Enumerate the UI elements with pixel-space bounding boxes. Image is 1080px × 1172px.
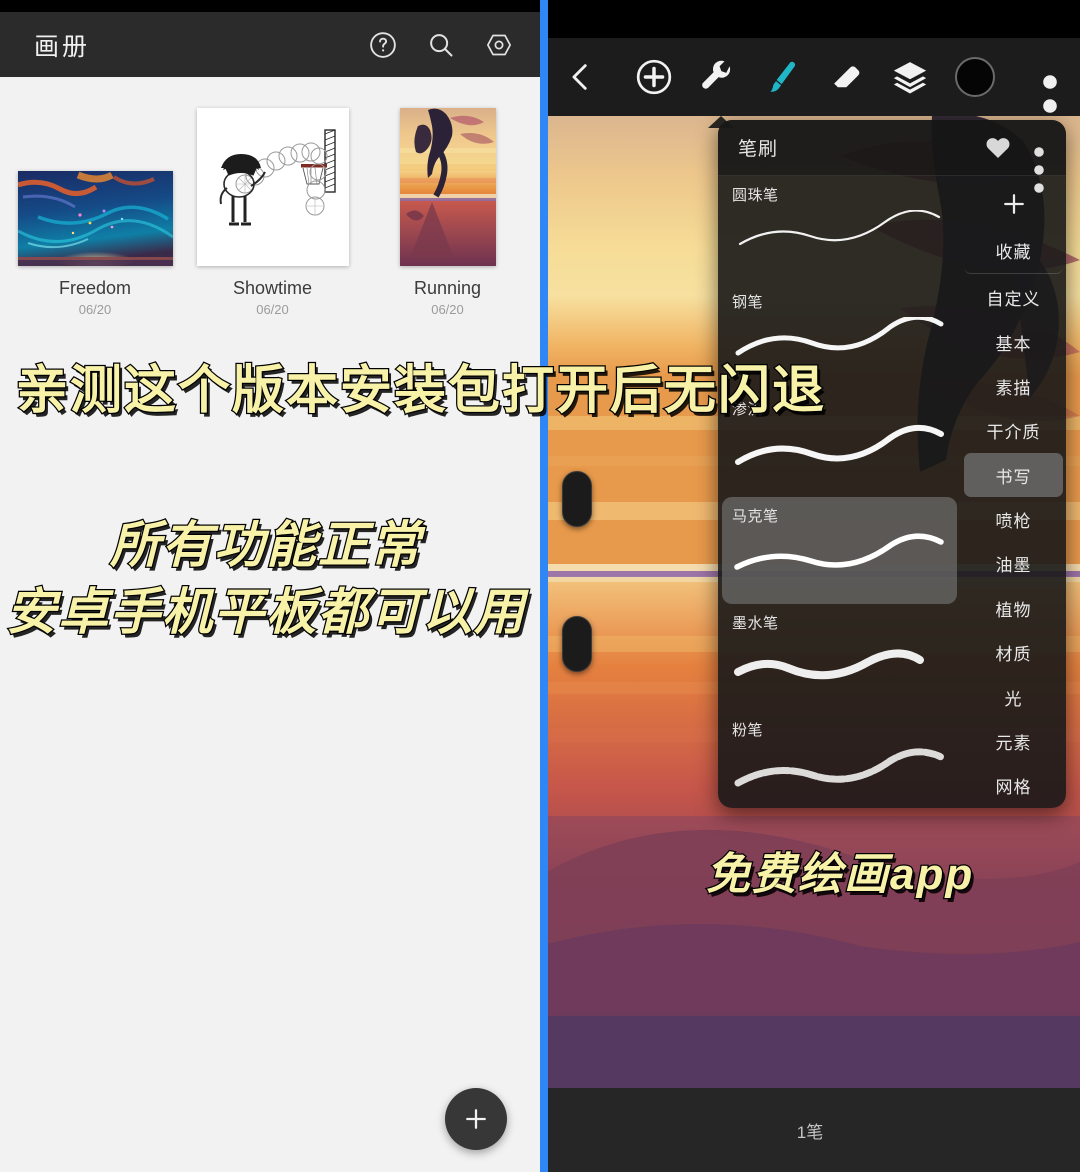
thumbnail-freedom[interactable] [17,171,173,266]
artwork-thumbnail-wrap[interactable] [399,108,496,266]
thumbnail-running[interactable] [399,108,496,266]
tool-group [608,57,1022,97]
caption-text-2: 所有功能正常 [109,516,422,575]
heart-icon[interactable] [984,134,1012,162]
status-bar-right [540,0,1080,38]
help-icon[interactable] [368,30,398,60]
brush-panel-header: 笔刷 [718,120,1066,193]
add-brush-button[interactable] [961,178,1066,229]
wrench-icon[interactable] [699,58,737,96]
artwork-title: Freedom [58,278,132,298]
settings-hexagon-icon[interactable] [484,30,514,60]
artwork-grid: Freedom 06/20 Showtime 06/20 Running 06/… [0,77,540,317]
plus-icon [466,1109,486,1129]
drawing-canvas[interactable]: 笔刷 圆珠笔 钢笔 渗流 马克笔 墨水笔 粉笔 收藏 自定义 基本 素描 干介质… [540,116,1080,1088]
category-basic[interactable]: 基本 [964,320,1063,364]
brush-panel-title: 笔刷 [738,139,779,160]
category-sketch[interactable]: 素描 [964,364,1063,408]
search-icon[interactable] [426,30,456,60]
plus-icon [1003,193,1024,214]
category-writing[interactable]: 书写 [964,453,1063,498]
caption-text-3: 安卓手机平板都可以用 [5,583,526,642]
opacity-slider-handle[interactable] [562,616,592,672]
brush-stroke-preview [732,210,947,272]
brush-stroke-preview [732,745,947,807]
category-drymedia[interactable]: 干介质 [964,409,1063,453]
back-button[interactable] [564,60,598,94]
size-slider-handle[interactable] [562,471,592,527]
brush-stroke-preview [732,531,947,593]
brush-panel-caret [708,116,734,128]
brush-stroke-preview [732,638,947,700]
new-artwork-button[interactable] [445,1088,507,1150]
status-bar-left [0,0,540,12]
caption-text-1: 亲测这个版本安装包打开后无闪退 [15,361,827,422]
brush-name: 粉笔 [732,722,764,739]
artwork-date: 06/20 [78,302,112,317]
artwork-thumbnail-wrap[interactable] [17,171,173,266]
brush-name: 马克笔 [732,508,779,525]
artwork-date: 06/20 [431,302,464,317]
brush-list[interactable]: 圆珠笔 钢笔 渗流 马克笔 墨水笔 粉笔 [718,176,961,808]
artwork-card[interactable]: Showtime 06/20 [190,108,355,317]
category-texture[interactable]: 材质 [964,631,1063,675]
brush-list-item[interactable]: 墨水笔 [722,604,957,711]
brush-stroke-preview [732,424,947,486]
page-title: 画册 [34,32,91,61]
artwork-date: 06/20 [256,302,289,317]
category-airbrush[interactable]: 喷枪 [964,497,1063,541]
category-custom[interactable]: 自定义 [964,276,1063,320]
brush-panel-body: 圆珠笔 钢笔 渗流 马克笔 墨水笔 粉笔 收藏 自定义 基本 素描 干介质 书写… [718,176,1066,808]
brush-name: 钢笔 [732,294,764,311]
category-ink[interactable]: 油墨 [964,542,1063,586]
screenshot-root: 画册 Freedom 06/20 Showtime 06/20 Running … [0,0,1080,1172]
brush-panel: 笔刷 圆珠笔 钢笔 渗流 马克笔 墨水笔 粉笔 收藏 自定义 基本 素描 干介质… [718,120,1066,808]
more-options-icon[interactable] [1038,58,1062,137]
category-grid[interactable]: 网格 [964,764,1063,808]
category-plants[interactable]: 植物 [964,586,1063,630]
kebab-menu-icon[interactable] [1030,134,1048,193]
drawing-app-panel: 笔刷 圆珠笔 钢笔 渗流 马克笔 墨水笔 粉笔 收藏 自定义 基本 素描 干介质… [540,0,1080,1172]
color-swatch[interactable] [955,57,995,97]
gallery-header: 画册 [0,12,540,77]
artwork-card[interactable]: Freedom 06/20 [0,171,190,317]
thumbnail-showtime[interactable] [196,108,349,266]
artwork-title: Showtime [232,278,313,298]
artwork-title: Running [413,278,482,298]
category-elements[interactable]: 元素 [964,719,1063,763]
header-icon-group [368,30,514,60]
brush-name: 圆珠笔 [732,187,779,204]
artwork-card[interactable]: Running 06/20 [355,108,540,317]
brush-list-item[interactable]: 圆珠笔 [722,176,957,283]
canvas-status-bar: 1笔 [540,1088,1080,1172]
brush-name: 墨水笔 [732,615,779,632]
eraser-icon[interactable] [827,58,865,96]
panel-divider [540,0,548,1172]
brush-list-item[interactable]: 粉笔 [722,711,957,808]
brush-icon[interactable] [763,58,801,96]
brush-category-list[interactable]: 收藏 自定义 基本 素描 干介质 书写 喷枪 油墨 植物 材质 光 元素 网格 [961,176,1066,808]
artwork-thumbnail-wrap[interactable] [196,108,349,266]
category-light[interactable]: 光 [964,675,1063,719]
drawing-toolbar [540,38,1080,137]
caption-text-4: 免费绘画app [705,849,975,901]
category-favorites[interactable]: 收藏 [964,229,1063,274]
brush-list-item-selected[interactable]: 马克笔 [722,497,957,604]
add-icon[interactable] [635,58,673,96]
layers-icon[interactable] [891,58,929,96]
stroke-count-label: 1笔 [796,1122,824,1142]
